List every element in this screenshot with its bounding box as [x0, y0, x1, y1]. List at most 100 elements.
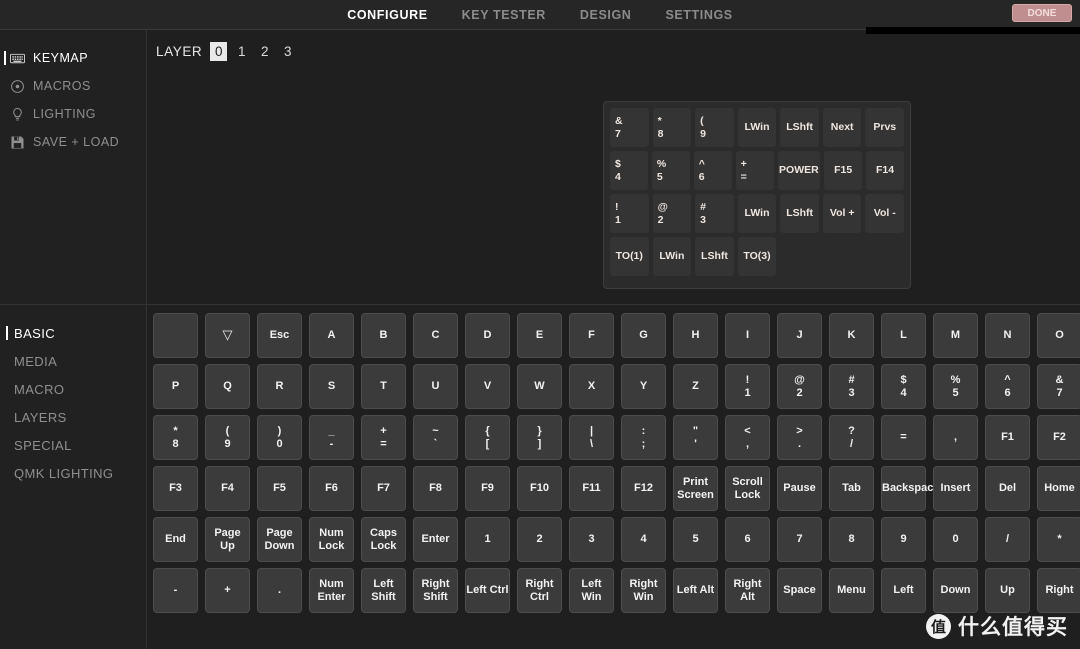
keycode-key[interactable]: ▽ [205, 313, 250, 358]
keycode-key[interactable]: F4 [205, 466, 250, 511]
keyboard-key[interactable]: LWin [737, 194, 777, 233]
keycode-key[interactable]: L [881, 313, 926, 358]
keycode-key[interactable]: E [517, 313, 562, 358]
keyboard-key[interactable]: * 8 [652, 108, 692, 147]
category-item-media[interactable]: MEDIA [0, 347, 146, 375]
keycode-key[interactable]: Up [985, 568, 1030, 613]
keycode-key[interactable]: * [1037, 517, 1080, 562]
keycode-key[interactable]: ) 0 [257, 415, 302, 460]
keycode-key[interactable]: 7 [777, 517, 822, 562]
keyboard-key[interactable]: TO(3) [737, 237, 777, 276]
category-item-qmk-lighting[interactable]: QMK LIGHTING [0, 459, 146, 487]
keycode-key[interactable]: Right Win [621, 568, 666, 613]
sidebar-item-save-load[interactable]: SAVE + LOAD [0, 128, 146, 156]
keycode-key[interactable]: + [205, 568, 250, 613]
keycode-key[interactable]: $4 [881, 364, 926, 409]
keyboard-key[interactable]: @2 [652, 194, 692, 233]
keycode-key[interactable]: I [725, 313, 770, 358]
keyboard-key[interactable]: Vol - [865, 194, 905, 233]
keycode-key[interactable]: M [933, 313, 978, 358]
keycode-key[interactable]: Space [777, 568, 822, 613]
keycode-key[interactable]: F2 [1037, 415, 1080, 460]
redacted-action-button[interactable]: DONE [1012, 4, 1072, 22]
keycode-key[interactable]: P [153, 364, 198, 409]
keyboard-key[interactable]: POWER [777, 151, 821, 190]
keycode-key[interactable]: ^ 6 [985, 364, 1030, 409]
keycode-key[interactable]: Pause [777, 466, 822, 511]
keycode-key[interactable]: :; [621, 415, 666, 460]
keycode-key[interactable]: <, [725, 415, 770, 460]
keycode-key[interactable]: Esc [257, 313, 302, 358]
keycode-key[interactable]: F [569, 313, 614, 358]
keycode-key[interactable]: , [933, 415, 978, 460]
keycode-key[interactable]: @2 [777, 364, 822, 409]
keycode-key[interactable]: Insert [933, 466, 978, 511]
keycode-key[interactable]: }] [517, 415, 562, 460]
keycode-key[interactable]: O [1037, 313, 1080, 358]
layer-tab-0[interactable]: 0 [210, 42, 228, 61]
keycode-key[interactable]: Print Screen [673, 466, 718, 511]
keycode-key[interactable]: Home [1037, 466, 1080, 511]
keycode-key[interactable]: Del [985, 466, 1030, 511]
keycode-key[interactable]: B [361, 313, 406, 358]
keycode-key[interactable]: F1 [985, 415, 1030, 460]
keycode-key[interactable]: Left Ctrl [465, 568, 510, 613]
keycode-key[interactable]: #3 [829, 364, 874, 409]
keycode-key[interactable]: F6 [309, 466, 354, 511]
keycode-key[interactable]: 6 [725, 517, 770, 562]
keycode-key[interactable]: Y [621, 364, 666, 409]
keycode-key[interactable]: Q [205, 364, 250, 409]
sidebar-item-lighting[interactable]: LIGHTING [0, 100, 146, 128]
keycode-key[interactable]: N [985, 313, 1030, 358]
keyboard-key[interactable]: & 7 [610, 108, 649, 147]
keycode-key[interactable]: (9 [205, 415, 250, 460]
layer-tab-3[interactable]: 3 [279, 42, 296, 61]
keyboard-key[interactable]: LShft [695, 237, 734, 276]
keycode-key[interactable]: Left Shift [361, 568, 406, 613]
keycode-key[interactable]: Z [673, 364, 718, 409]
keycode-key[interactable]: Scroll Lock [725, 466, 770, 511]
keycode-key[interactable]: F9 [465, 466, 510, 511]
keyboard-key[interactable]: ! 1 [610, 194, 649, 233]
layer-tab-2[interactable]: 2 [256, 42, 273, 61]
keycode-key[interactable]: F11 [569, 466, 614, 511]
keycode-key[interactable]: K [829, 313, 874, 358]
sidebar-item-keymap[interactable]: KEYMAP [0, 44, 146, 72]
keycode-key[interactable]: T [361, 364, 406, 409]
keycode-key[interactable]: 4 [621, 517, 666, 562]
keycode-key[interactable]: F3 [153, 466, 198, 511]
keycode-key[interactable]: Right Alt [725, 568, 770, 613]
keycode-key[interactable]: - [153, 568, 198, 613]
keycode-key[interactable]: V [465, 364, 510, 409]
keycode-key[interactable]: {[ [465, 415, 510, 460]
category-item-basic[interactable]: BASIC [0, 319, 146, 347]
nav-tab-key-tester[interactable]: KEY TESTER [462, 8, 546, 22]
keyboard-key[interactable]: LWin [652, 237, 692, 276]
keycode-key[interactable]: Num Enter [309, 568, 354, 613]
keycode-key[interactable]: F10 [517, 466, 562, 511]
keycode-key[interactable]: / [985, 517, 1030, 562]
keycode-key[interactable]: F5 [257, 466, 302, 511]
keycode-key[interactable]: * 8 [153, 415, 198, 460]
nav-tab-design[interactable]: DESIGN [580, 8, 632, 22]
keyboard-key[interactable]: LShft [780, 108, 819, 147]
keyboard-key[interactable]: LWin [737, 108, 777, 147]
keyboard-key[interactable]: Prvs [865, 108, 905, 147]
keycode-key[interactable]: Caps Lock [361, 517, 406, 562]
category-item-special[interactable]: SPECIAL [0, 431, 146, 459]
keycode-key[interactable]: Menu [829, 568, 874, 613]
keycode-key[interactable]: . [257, 568, 302, 613]
keyboard-key[interactable]: F15 [824, 151, 863, 190]
keycode-key[interactable]: C [413, 313, 458, 358]
keycode-key[interactable]: 0 [933, 517, 978, 562]
keycode-key[interactable]: Left Win [569, 568, 614, 613]
keycode-key[interactable]: | \ [569, 415, 614, 460]
keycode-key[interactable]: 2 [517, 517, 562, 562]
keycode-key[interactable]: H [673, 313, 718, 358]
keycode-key[interactable]: ~ ` [413, 415, 458, 460]
keycode-key[interactable]: Num Lock [309, 517, 354, 562]
keycode-key[interactable]: Right Ctrl [517, 568, 562, 613]
keycode-key[interactable] [153, 313, 198, 358]
keyboard-key[interactable]: #3 [695, 194, 734, 233]
keycode-key[interactable]: Backspace [881, 466, 940, 511]
